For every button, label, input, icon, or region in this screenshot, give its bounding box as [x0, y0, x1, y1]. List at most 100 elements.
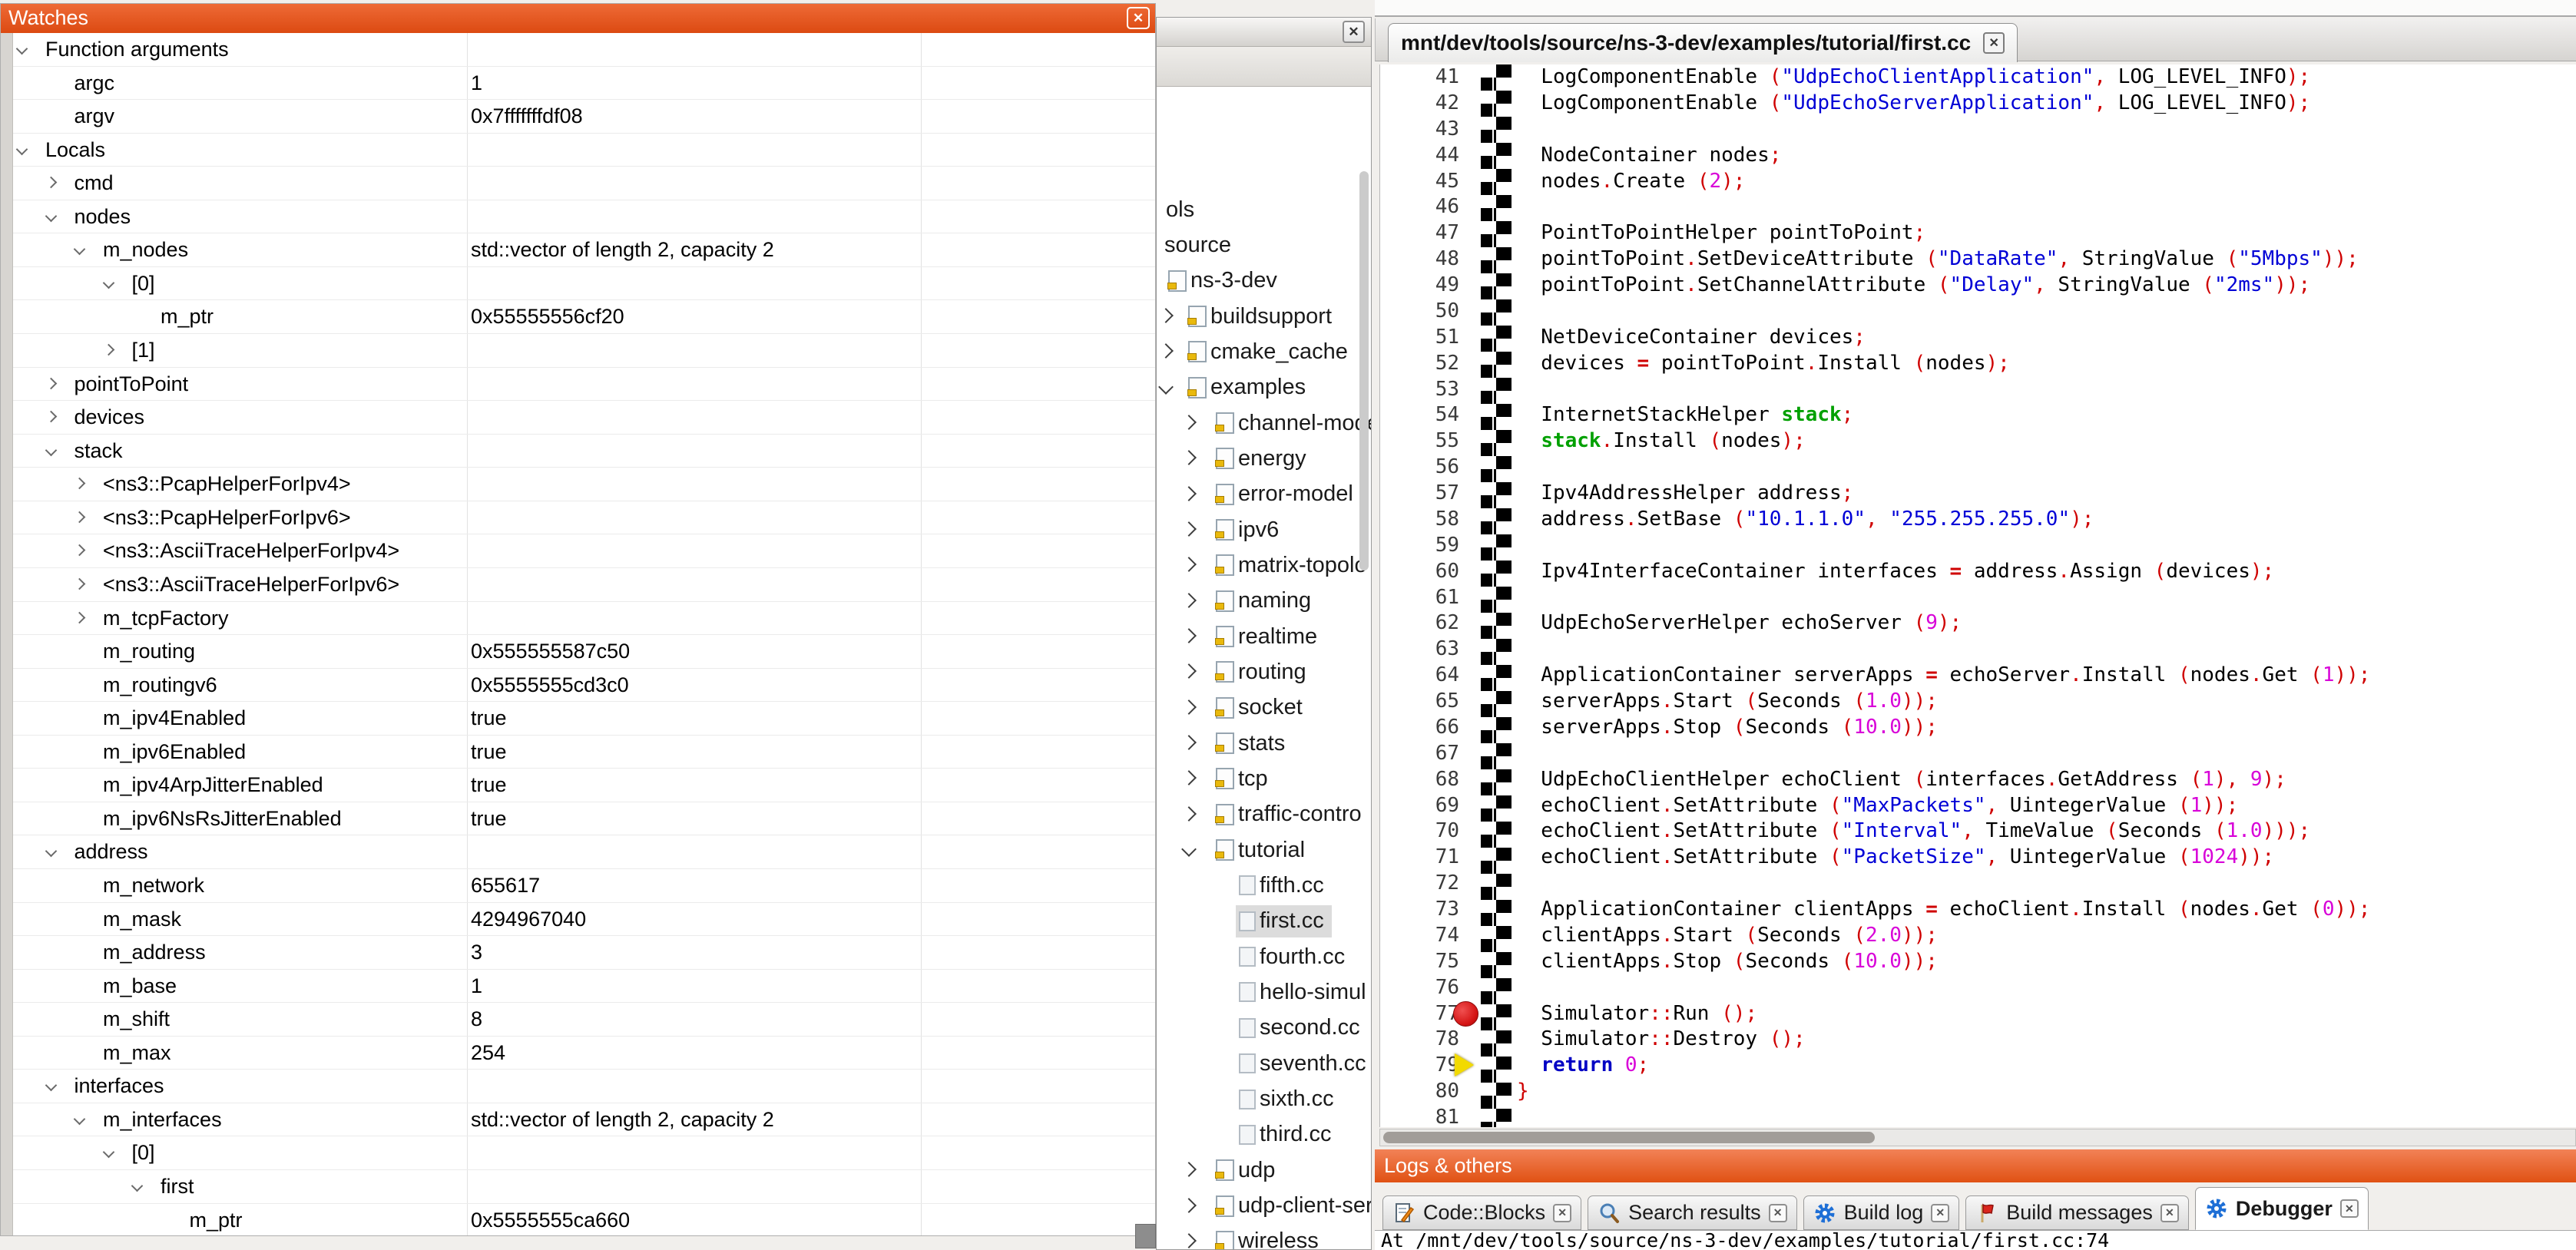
line-number[interactable]: 74	[1382, 922, 1459, 948]
code-line[interactable]: return 0;	[1517, 1052, 2574, 1078]
expand-icon[interactable]	[1181, 1233, 1197, 1248]
tree-scrollbar[interactable]	[1359, 171, 1369, 570]
code-line[interactable]	[1517, 974, 2574, 1000]
line-number[interactable]: 52	[1382, 350, 1459, 376]
code-line[interactable]	[1517, 454, 2574, 480]
expand-icon[interactable]	[1181, 628, 1197, 643]
expand-icon[interactable]	[74, 478, 86, 490]
line-number[interactable]: 55	[1382, 428, 1459, 454]
watch-row[interactable]: <ns3::PcapHelperForIpv4>	[13, 468, 1155, 501]
tree-item-sixth-cc[interactable]: sixth.cc	[1157, 1082, 1371, 1117]
log-tab-code-blocks[interactable]: Code::Blocks✕	[1382, 1195, 1581, 1230]
close-icon[interactable]: ✕	[2340, 1199, 2359, 1218]
expand-icon[interactable]	[1181, 806, 1197, 822]
collapse-icon[interactable]	[1158, 379, 1174, 395]
project-tree[interactable]: olssourcens-3-devbuildsupportcmake_cache…	[1157, 87, 1371, 1249]
watch-row[interactable]: devices	[13, 401, 1155, 435]
tree-item-realtime[interactable]: realtime	[1157, 619, 1371, 654]
tree-item-error-model[interactable]: error-model	[1157, 477, 1371, 512]
line-number[interactable]: 58	[1382, 506, 1459, 532]
line-number[interactable]: 65	[1382, 688, 1459, 714]
code-line[interactable]: serverApps.Start (Seconds (1.0));	[1517, 688, 2574, 714]
watch-row[interactable]: m_ipv4Enabledtrue	[13, 702, 1155, 736]
collapse-icon[interactable]	[131, 1180, 144, 1192]
code-line[interactable]	[1517, 193, 2574, 220]
collapse-icon[interactable]	[74, 1113, 86, 1126]
expand-icon[interactable]	[1181, 593, 1197, 608]
watch-row[interactable]: nodes	[13, 200, 1155, 234]
line-number[interactable]: 69	[1382, 792, 1459, 818]
watch-row[interactable]: Locals	[13, 134, 1155, 167]
watch-row[interactable]: argc1	[13, 67, 1155, 101]
breakpoint-icon[interactable]	[1453, 1001, 1478, 1027]
expand-icon[interactable]	[45, 377, 57, 389]
tree-item-ns-3-dev[interactable]: ns-3-dev	[1157, 263, 1371, 299]
tree-item-wireless[interactable]: wireless	[1157, 1224, 1371, 1249]
editor-hscrollbar[interactable]	[1379, 1129, 2576, 1146]
line-number[interactable]: 47	[1382, 220, 1459, 246]
expand-icon[interactable]	[74, 611, 86, 623]
line-number[interactable]: 78	[1382, 1026, 1459, 1052]
log-tab-build-messages[interactable]: Build messages✕	[1965, 1195, 2189, 1230]
code-line[interactable]: devices = pointToPoint.Install (nodes);	[1517, 350, 2574, 376]
line-number[interactable]: 57	[1382, 480, 1459, 506]
tree-item-ipv6[interactable]: ipv6	[1157, 512, 1371, 547]
collapse-icon[interactable]	[45, 1080, 57, 1092]
expand-icon[interactable]	[1158, 308, 1174, 323]
tree-item-second-cc[interactable]: second.cc	[1157, 1010, 1371, 1046]
line-number[interactable]: 79	[1382, 1052, 1459, 1078]
code-line[interactable]: address.SetBase ("10.1.1.0", "255.255.25…	[1517, 506, 2574, 532]
tree-item-socket[interactable]: socket	[1157, 690, 1371, 726]
code-line[interactable]	[1517, 870, 2574, 896]
watch-row[interactable]: <ns3::PcapHelperForIpv6>	[13, 501, 1155, 535]
code-line[interactable]: stack.Install (nodes);	[1517, 428, 2574, 454]
code-line[interactable]: clientApps.Start (Seconds (2.0));	[1517, 922, 2574, 948]
line-number[interactable]: 43	[1382, 116, 1459, 142]
code-line[interactable]: LogComponentEnable ("UdpEchoServerApplic…	[1517, 90, 2574, 116]
watch-row[interactable]: m_ipv6NsRsJitterEnabledtrue	[13, 802, 1155, 836]
line-number[interactable]: 71	[1382, 844, 1459, 870]
line-number[interactable]: 44	[1382, 142, 1459, 168]
line-number[interactable]: 45	[1382, 168, 1459, 194]
expand-icon[interactable]	[1181, 771, 1197, 786]
watch-row[interactable]: <ns3::AsciiTraceHelperForIpv6>	[13, 568, 1155, 602]
tree-item-fifth-cc[interactable]: fifth.cc	[1157, 868, 1371, 903]
expand-icon[interactable]	[45, 411, 57, 423]
tree-item-source[interactable]: source	[1157, 227, 1371, 263]
tree-item-udp[interactable]: udp	[1157, 1152, 1371, 1188]
code-line[interactable]: Ipv4AddressHelper address;	[1517, 480, 2574, 506]
line-number[interactable]: 80	[1382, 1078, 1459, 1104]
tree-item-first-cc[interactable]: first.cc	[1157, 904, 1371, 939]
code-line[interactable]: ApplicationContainer serverApps = echoSe…	[1517, 662, 2574, 688]
management-titlebar[interactable]: ✕	[1157, 18, 1371, 47]
expand-icon[interactable]	[74, 578, 86, 590]
line-number[interactable]: 73	[1382, 896, 1459, 922]
tree-item-fourth-cc[interactable]: fourth.cc	[1157, 939, 1371, 974]
watches-resize-grip[interactable]	[1135, 1224, 1156, 1248]
watch-row[interactable]: m_nodesstd::vector of length 2, capacity…	[13, 233, 1155, 267]
watch-row[interactable]: m_max254	[13, 1037, 1155, 1070]
line-number[interactable]: 48	[1382, 246, 1459, 272]
tree-item-udp-client-ser[interactable]: udp-client-ser	[1157, 1189, 1371, 1224]
code-line[interactable]: NetDeviceContainer devices;	[1517, 324, 2574, 350]
watch-row[interactable]: cmd	[13, 167, 1155, 200]
line-number[interactable]: 51	[1382, 324, 1459, 350]
expand-icon[interactable]	[1158, 343, 1174, 359]
line-number[interactable]: 66	[1382, 714, 1459, 740]
code-line[interactable]: PointToPointHelper pointToPoint;	[1517, 220, 2574, 246]
watch-row[interactable]: m_routing0x555555587c50	[13, 635, 1155, 669]
tree-item-tutorial[interactable]: tutorial	[1157, 832, 1371, 868]
watch-row[interactable]: <ns3::AsciiTraceHelperForIpv4>	[13, 534, 1155, 568]
code-line[interactable]	[1517, 532, 2574, 558]
tree-item-traffic-contro[interactable]: traffic-contro	[1157, 797, 1371, 832]
expand-icon[interactable]	[1181, 1198, 1197, 1213]
logs-titlebar[interactable]: Logs & others	[1375, 1149, 2576, 1182]
line-number[interactable]: 50	[1382, 298, 1459, 324]
tree-item-channel-mode[interactable]: channel-mode	[1157, 405, 1371, 441]
line-number[interactable]: 46	[1382, 193, 1459, 220]
line-number[interactable]: 56	[1382, 454, 1459, 480]
tree-item-energy[interactable]: energy	[1157, 441, 1371, 476]
expand-icon[interactable]	[102, 344, 114, 356]
close-icon[interactable]: ✕	[1769, 1204, 1787, 1222]
tree-item-cmake-cache[interactable]: cmake_cache	[1157, 334, 1371, 369]
